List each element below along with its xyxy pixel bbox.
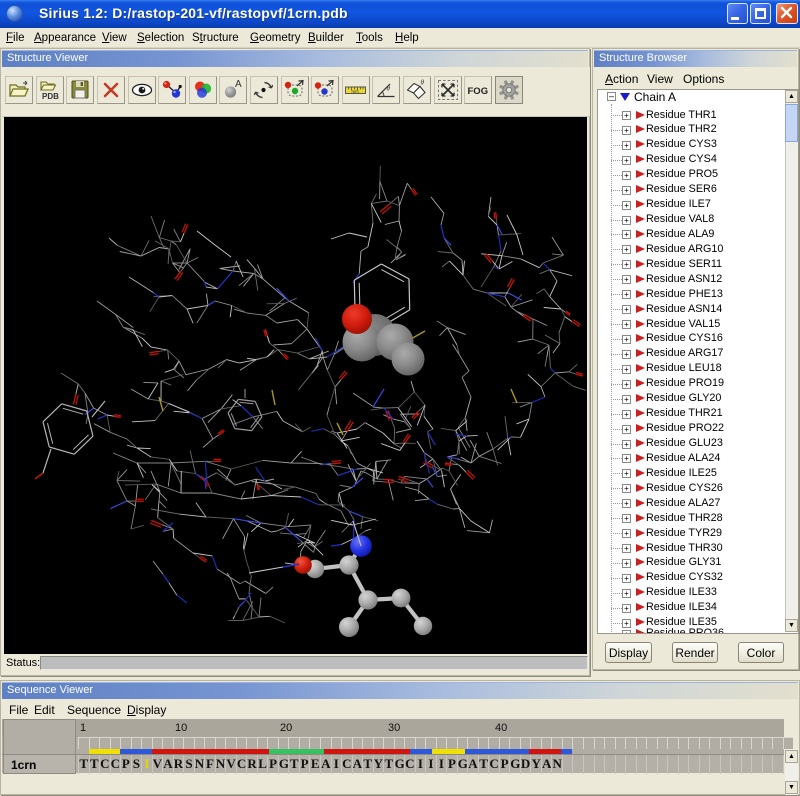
svg-text:PDB: PDB	[42, 92, 59, 101]
svg-text:A: A	[235, 79, 242, 90]
svg-text:FOG: FOG	[468, 86, 489, 97]
svg-text:θ: θ	[421, 79, 425, 87]
svg-text:mm: mm	[351, 89, 359, 94]
svg-text:θ: θ	[387, 85, 391, 93]
